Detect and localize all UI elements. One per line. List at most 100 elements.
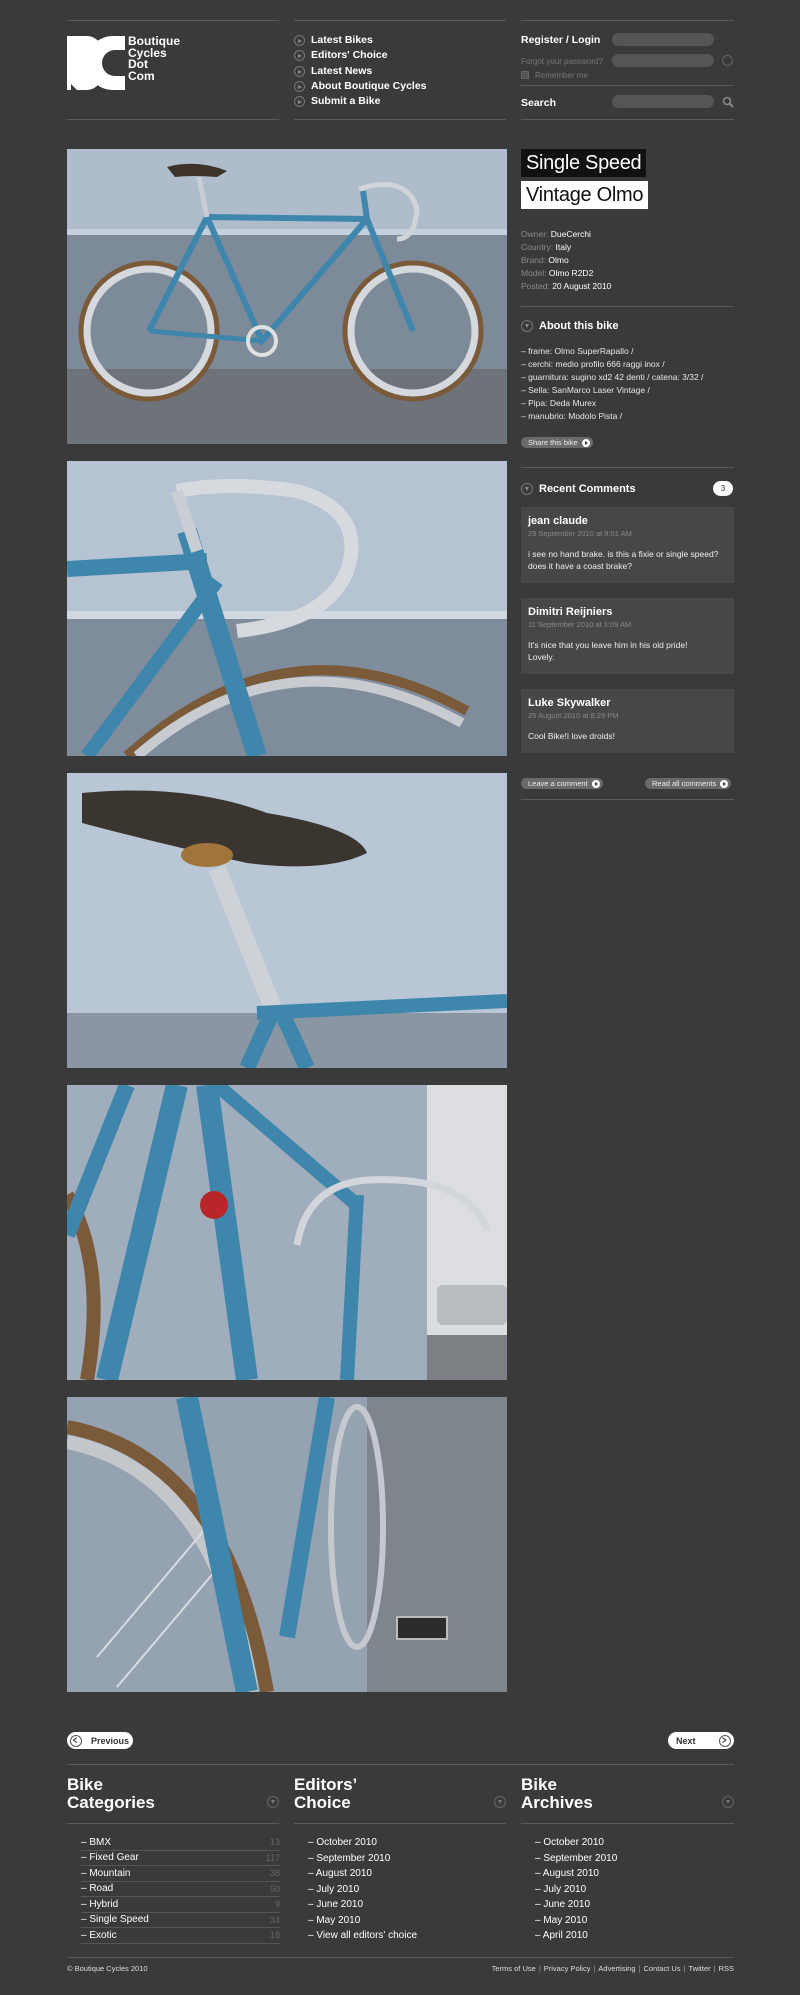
search-label: Search bbox=[521, 97, 557, 109]
comment-date: 25 August 2010 at 8:29 PM bbox=[528, 711, 619, 720]
chevron-down-icon[interactable] bbox=[267, 1796, 279, 1808]
comment-author[interactable]: jean claude bbox=[528, 515, 727, 527]
footer-link-terms[interactable]: Terms of Use bbox=[492, 1964, 536, 1973]
comment-card: jean claude 29 September 2010 at 9:01 AM… bbox=[521, 507, 734, 583]
password-input[interactable] bbox=[612, 54, 714, 67]
list-item[interactable]: – June 2010 bbox=[535, 1897, 734, 1913]
bike-title-secondary: Vintage Olmo bbox=[521, 181, 649, 209]
list-item[interactable]: – October 2010 bbox=[535, 1835, 734, 1851]
username-input[interactable] bbox=[612, 33, 714, 46]
nav-latest-news[interactable]: Latest News bbox=[294, 64, 372, 78]
list-item[interactable]: – May 2010 bbox=[308, 1913, 507, 1929]
about-heading: About this bike bbox=[521, 320, 618, 332]
comment-text: i see no hand brake. is this a fixie or … bbox=[528, 549, 719, 571]
category-item[interactable]: – Hybrid 9 bbox=[81, 1897, 280, 1913]
copyright: © Boutique Cycles 2010 bbox=[67, 1964, 148, 1973]
list-item[interactable]: – April 2010 bbox=[535, 1928, 734, 1944]
list-item[interactable]: – August 2010 bbox=[535, 1866, 734, 1882]
remember-label: Remember me bbox=[535, 71, 588, 80]
meta-country: Country: Italy bbox=[521, 242, 572, 252]
spec-item: – frame: Olmo SuperRapallo / bbox=[521, 346, 634, 356]
search-icon[interactable] bbox=[722, 96, 734, 108]
list-item[interactable]: – June 2010 bbox=[308, 1897, 507, 1913]
nav-submit-bike[interactable]: Submit a Bike bbox=[294, 94, 380, 108]
spec-item: – manubrio: Modolo Pista / bbox=[521, 411, 623, 421]
category-item[interactable]: – Mountain 38 bbox=[81, 1866, 280, 1882]
meta-posted: Posted: 20 August 2010 bbox=[521, 281, 612, 291]
list-item[interactable]: – View all editors' choice bbox=[308, 1928, 507, 1944]
comment-author[interactable]: Dimitri Reijniers bbox=[528, 606, 727, 618]
category-item[interactable]: – Road 50 bbox=[81, 1882, 280, 1897]
list-item[interactable]: – September 2010 bbox=[535, 1851, 734, 1867]
comment-date: 11 September 2010 at 1:09 AM bbox=[528, 620, 632, 629]
chevron-down-icon[interactable] bbox=[722, 1796, 734, 1808]
forgot-password-link[interactable]: Forgot your password? bbox=[521, 57, 603, 66]
arrow-icon bbox=[294, 65, 305, 77]
search-input[interactable] bbox=[612, 95, 714, 108]
archives-heading: Bike Archives bbox=[521, 1775, 593, 1812]
category-item[interactable]: – Fixed Gear 117 bbox=[81, 1851, 280, 1866]
footer-links: Terms of Use | Privacy Policy | Advertisin… bbox=[491, 1964, 734, 1973]
leave-comment-button[interactable]: Leave a comment bbox=[521, 778, 603, 789]
nav-about[interactable]: About Boutique Cycles bbox=[294, 79, 427, 93]
editors-choice-list: – October 2010 – September 2010 – August… bbox=[308, 1835, 507, 1944]
footer-link-contact[interactable]: Contact Us bbox=[643, 1964, 680, 1973]
category-list: – BMX 13 – Fixed Gear 117 – Mountain 38 – R… bbox=[81, 1835, 280, 1944]
bike-photo-frame[interactable] bbox=[67, 1085, 507, 1380]
comment-text: Cool Bike!I love droids! bbox=[528, 731, 615, 741]
arrow-icon bbox=[294, 34, 305, 46]
read-all-comments-button[interactable]: Read all comments bbox=[645, 778, 732, 789]
list-item[interactable]: – October 2010 bbox=[308, 1835, 507, 1851]
logo-mark[interactable] bbox=[67, 36, 125, 90]
comment-text: It's nice that you leave him in his old … bbox=[528, 640, 688, 662]
nav-editors-choice[interactable]: Editors' Choice bbox=[294, 48, 388, 62]
arrow-icon bbox=[591, 779, 600, 788]
editors-choice-heading: Editors’ Choice bbox=[294, 1775, 358, 1812]
brand-name: Boutique Cycles Dot Com bbox=[128, 34, 180, 83]
bike-title-primary: Single Speed bbox=[521, 149, 647, 177]
chevron-down-icon bbox=[521, 483, 533, 495]
next-button[interactable]: Next bbox=[668, 1732, 734, 1749]
comments-heading: Recent Comments bbox=[521, 483, 636, 495]
login-submit-icon[interactable] bbox=[722, 55, 733, 66]
list-item[interactable]: – July 2010 bbox=[308, 1882, 507, 1898]
spec-item: – Sella: SanMarco Laser Vintage / bbox=[521, 385, 650, 395]
list-item[interactable]: – September 2010 bbox=[308, 1851, 507, 1867]
remember-checkbox[interactable] bbox=[521, 71, 529, 79]
meta-model: Model: Olmo R2D2 bbox=[521, 268, 594, 278]
meta-owner: Owner: DueCerchi bbox=[521, 229, 591, 239]
arrow-icon bbox=[720, 779, 729, 788]
comment-count-badge: 3 bbox=[713, 481, 733, 496]
login-title[interactable]: Register / Login bbox=[521, 34, 600, 46]
footer-link-privacy[interactable]: Privacy Policy bbox=[544, 1964, 591, 1973]
comment-date: 29 September 2010 at 9:01 AM bbox=[528, 529, 632, 538]
category-item[interactable]: – Exotic 18 bbox=[81, 1928, 280, 1944]
list-item[interactable]: – August 2010 bbox=[308, 1866, 507, 1882]
chevron-down-icon bbox=[521, 320, 533, 332]
comment-card: Luke Skywalker 25 August 2010 at 8:29 PM… bbox=[521, 689, 734, 753]
spec-item: – guarnitura: sugino xd2 42 denti / cate… bbox=[521, 372, 704, 382]
arrow-icon bbox=[294, 80, 305, 92]
arrow-icon bbox=[581, 438, 590, 447]
arrow-icon bbox=[294, 49, 305, 61]
comment-author[interactable]: Luke Skywalker bbox=[528, 697, 727, 709]
nav-latest-bikes[interactable]: Latest Bikes bbox=[294, 33, 373, 47]
category-item[interactable]: – BMX 13 bbox=[81, 1835, 280, 1851]
bike-photo-full[interactable] bbox=[67, 149, 507, 444]
previous-button[interactable]: Previous bbox=[67, 1732, 133, 1749]
category-item[interactable]: – Single Speed 34 bbox=[81, 1913, 280, 1928]
footer-link-advertising[interactable]: Advertising bbox=[598, 1964, 635, 1973]
comment-card: Dimitri Reijniers 11 September 2010 at 1… bbox=[521, 598, 734, 674]
bike-photo-crank[interactable] bbox=[67, 1397, 507, 1692]
chevron-down-icon[interactable] bbox=[494, 1796, 506, 1808]
bike-photo-handlebar[interactable] bbox=[67, 461, 507, 756]
list-item[interactable]: – July 2010 bbox=[535, 1882, 734, 1898]
meta-brand: Brand: Olmo bbox=[521, 255, 569, 265]
share-bike-button[interactable]: Share this bike bbox=[521, 437, 593, 448]
footer-link-twitter[interactable]: Twitter bbox=[689, 1964, 711, 1973]
list-item[interactable]: – May 2010 bbox=[535, 1913, 734, 1929]
arrow-icon bbox=[294, 95, 305, 107]
bike-photo-saddle[interactable] bbox=[67, 773, 507, 1068]
footer-link-rss[interactable]: RSS bbox=[719, 1964, 734, 1973]
arrow-right-icon bbox=[719, 1734, 731, 1747]
